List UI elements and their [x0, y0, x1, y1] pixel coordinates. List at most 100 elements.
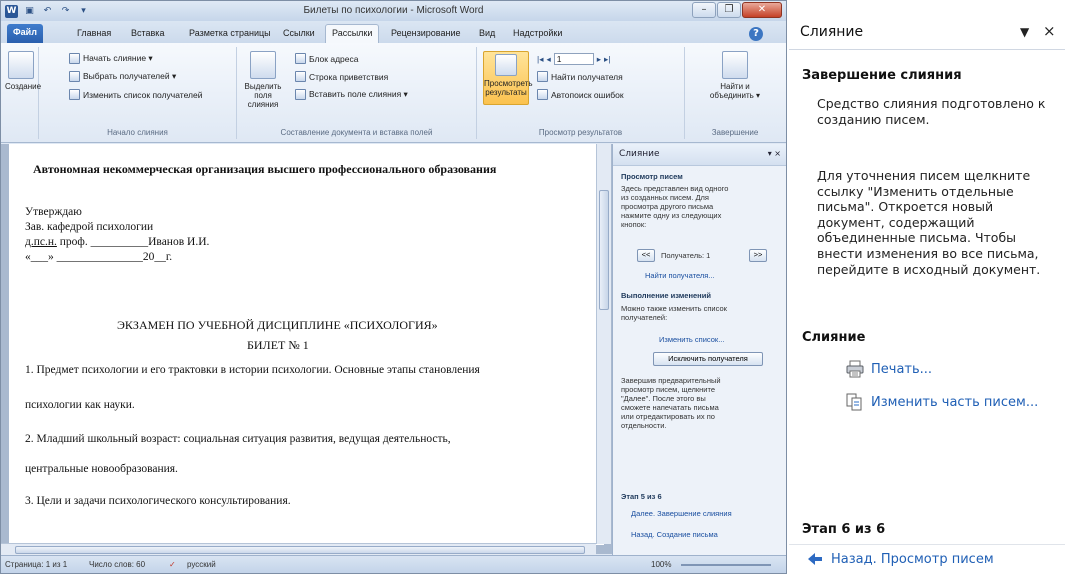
ribbon: Создание Начать слияние ▾ Выбрать получа…: [1, 43, 786, 143]
document-area: Автономная некоммерческая организация вы…: [1, 144, 612, 554]
doc-sign-line: д.пс.н. проф. __________Иванов И.И.: [25, 236, 209, 248]
doc-sign-title: проф. __________Иванов И.И.: [59, 236, 210, 248]
doc-approve: Утверждаю: [25, 206, 82, 218]
status-words[interactable]: Число слов: 60: [89, 560, 145, 569]
find-recipient-button[interactable]: Найти получателя: [537, 71, 623, 82]
pane-menu-icon[interactable]: ▼: [1020, 25, 1029, 39]
auto-check-button[interactable]: Автопоиск ошибок: [537, 89, 624, 100]
insert-field-button[interactable]: Вставить поле слияния ▾: [295, 89, 408, 100]
address-icon: [295, 53, 306, 64]
mini-changes-text-2: получателей:: [621, 313, 668, 322]
status-zoom[interactable]: 100%: [651, 560, 671, 569]
tab-home[interactable]: Главная: [71, 25, 117, 43]
find-icon: [537, 71, 548, 82]
horizontal-scrollbar[interactable]: [1, 543, 596, 555]
doc-q1a: 1. Предмет психологии и его трактовки в …: [25, 364, 480, 376]
start-merge-button[interactable]: Начать слияние ▾: [69, 53, 153, 64]
mini-preview-text-4: нажмите одну из следующих: [621, 211, 722, 220]
tab-insert[interactable]: Вставка: [125, 25, 170, 43]
group-preview: Просмотреть результаты |◂ ◂ 1 ▸ ▸| Найти…: [477, 47, 685, 139]
arrow-left-icon: [805, 550, 825, 568]
mini-next-button[interactable]: >>: [749, 249, 767, 262]
pane-close-icon[interactable]: ×: [1043, 22, 1056, 40]
mini-step-label: Этап 5 из 6: [621, 492, 662, 501]
tab-page-layout[interactable]: Разметка страницы: [183, 25, 277, 43]
complete-para-1: Средство слияния подготовлено к созданию…: [817, 96, 1046, 127]
mini-exclude-button[interactable]: Исключить получателя: [653, 352, 763, 366]
status-language[interactable]: русский: [187, 560, 216, 569]
help-icon[interactable]: ?: [749, 27, 763, 41]
word-window: W ▣ ↶ ↷ ▾ Билеты по психологии - Microso…: [0, 0, 787, 574]
edit-letters-link-label: Изменить часть писем...: [871, 394, 1039, 410]
check-icon: [537, 89, 548, 100]
prev-record-icon[interactable]: ◂: [546, 54, 550, 65]
window-title: Билеты по психологии - Microsoft Word: [303, 5, 484, 16]
mini-prev-button[interactable]: <<: [637, 249, 655, 262]
mini-preview-text-2: из созданных писем. Для: [621, 193, 709, 202]
doc-q1b: психологии как науки.: [25, 399, 135, 411]
group-preview-label: Просмотр результатов: [538, 128, 623, 137]
finish-merge-button[interactable]: Найти и объединить ▾: [699, 51, 771, 100]
mini-edit-list-link[interactable]: Изменить список...: [659, 335, 724, 344]
tab-review[interactable]: Рецензирование: [385, 25, 467, 43]
ribbon-tabs: Файл Главная Вставка Разметка страницы С…: [1, 21, 786, 44]
tab-file[interactable]: Файл: [7, 24, 43, 43]
edit-list-icon: [69, 89, 80, 100]
mail-merge-pane: Слияние ▼ × Завершение слияния Средство …: [789, 0, 1065, 574]
tab-view[interactable]: Вид: [473, 25, 501, 43]
doc-head: Зав. кафедрой психологии: [25, 221, 154, 233]
last-record-icon[interactable]: ▸|: [604, 54, 610, 65]
group-start-label: Начало слияния: [107, 128, 168, 137]
edit-letters-link[interactable]: Изменить часть писем...: [845, 393, 1038, 411]
doc-q2b: центральные новообразования.: [25, 463, 178, 475]
group-fields-label: Составление документа и вставка полей: [280, 128, 433, 137]
mini-pane-close-icon[interactable]: ▾ ×: [768, 149, 781, 158]
group-finish-label: Завершение: [711, 128, 759, 137]
section-merge-title: Слияние: [802, 330, 866, 345]
edit-recipients-button[interactable]: Изменить список получателей: [69, 89, 202, 100]
back-link[interactable]: Назад. Просмотр писем: [805, 550, 994, 568]
select-recipients-button[interactable]: Выбрать получателей ▾: [69, 71, 176, 82]
vertical-scroll-thumb[interactable]: [599, 190, 609, 310]
spelling-icon[interactable]: ✓: [169, 560, 176, 569]
print-link[interactable]: Печать...: [845, 360, 932, 378]
mini-changes-title: Выполнение изменений: [621, 291, 711, 300]
close-button[interactable]: ✕: [742, 2, 782, 18]
mini-mail-merge-pane: Слияние ▾ × Просмотр писем Здесь предста…: [612, 144, 786, 555]
mini-find-recipient-link[interactable]: Найти получателя...: [645, 271, 715, 280]
status-page[interactable]: Страница: 1 из 1: [5, 560, 67, 569]
envelope-icon: [8, 51, 34, 79]
doc-q2a: 2. Младший школьный возраст: социальная …: [25, 433, 451, 445]
zoom-slider[interactable]: [681, 564, 771, 566]
document-icon: [69, 53, 80, 64]
group-create: Создание: [3, 47, 41, 139]
tab-references[interactable]: Ссылки: [277, 25, 321, 43]
first-record-icon[interactable]: |◂: [537, 54, 543, 65]
title-bar: W ▣ ↶ ↷ ▾ Билеты по психологии - Microso…: [1, 1, 786, 21]
mini-finish-text-5: или отредактировать их по: [621, 412, 715, 421]
tab-addins[interactable]: Надстройки: [507, 25, 568, 43]
highlight-fields-button[interactable]: Выделить поля слияния: [241, 51, 285, 109]
create-button[interactable]: Создание: [5, 51, 41, 91]
doc-org-line: Автономная некоммерческая организация вы…: [33, 162, 497, 176]
maximize-button[interactable]: ❐: [717, 2, 741, 18]
vertical-scrollbar[interactable]: [596, 144, 611, 544]
tab-mailings[interactable]: Рассылки: [325, 24, 380, 44]
minimize-button[interactable]: –: [692, 2, 716, 18]
mini-pane-header: Слияние ▾ ×: [613, 144, 786, 166]
mini-finish-text-1: Завершив предварительный: [621, 376, 721, 385]
mini-next-link[interactable]: Далее. Завершение слияния: [631, 509, 732, 518]
preview-results-button[interactable]: Просмотреть результаты: [483, 51, 533, 105]
pane-header: Слияние ▼ ×: [789, 0, 1065, 50]
address-block-button[interactable]: Блок адреса: [295, 53, 358, 64]
next-record-icon[interactable]: ▸: [597, 54, 601, 65]
document-page[interactable]: Автономная некоммерческая организация вы…: [9, 144, 604, 545]
magnifier-icon: [495, 54, 517, 76]
pane-title: Слияние: [800, 24, 864, 40]
field-icon: [295, 89, 306, 100]
horizontal-scroll-thumb[interactable]: [15, 546, 585, 554]
greeting-line-button[interactable]: Строка приветствия: [295, 71, 388, 82]
mini-back-link[interactable]: Назад. Создание письма: [631, 530, 718, 539]
group-write-insert: Выделить поля слияния Блок адреса Строка…: [237, 47, 477, 139]
record-number-input[interactable]: 1: [553, 53, 594, 65]
